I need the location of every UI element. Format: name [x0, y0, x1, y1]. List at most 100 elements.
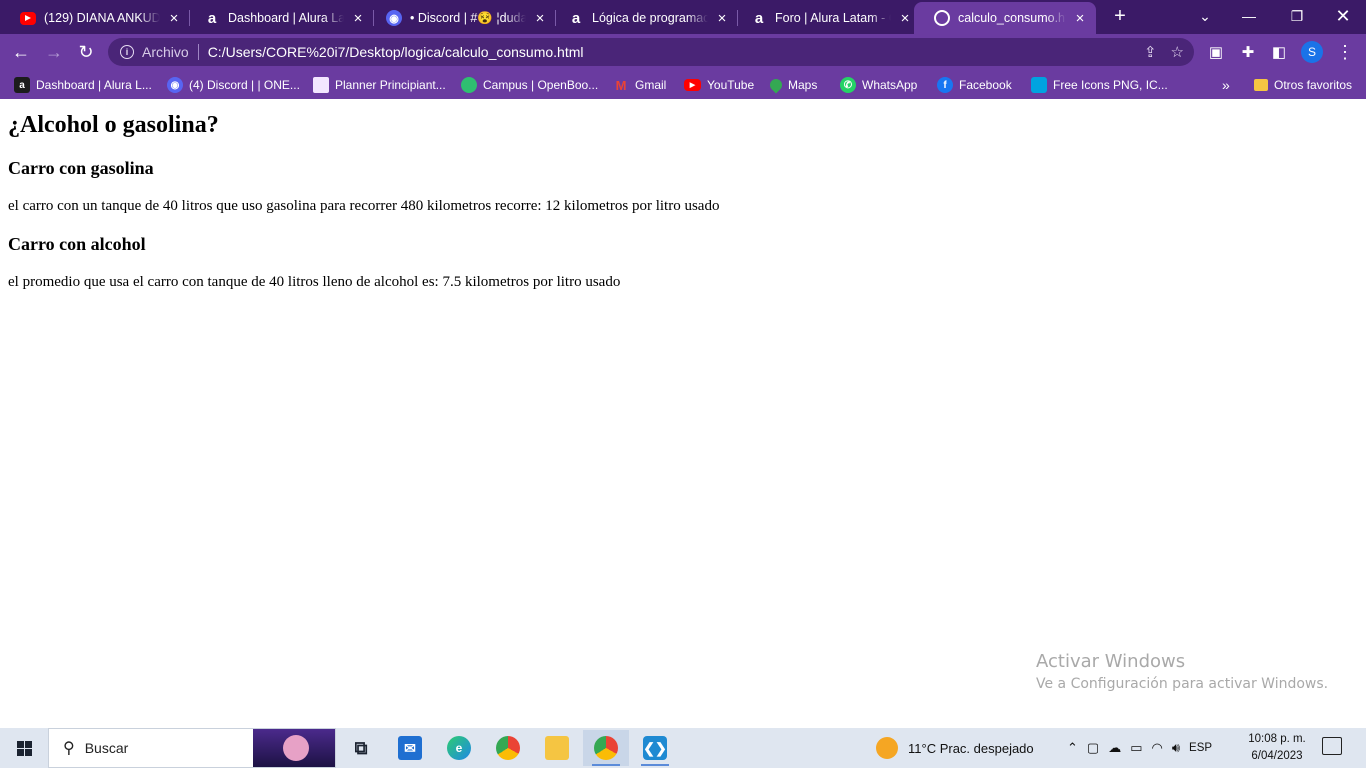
alura-icon: a	[754, 9, 764, 27]
notifications-icon[interactable]	[1322, 737, 1342, 755]
tab-title: Lógica de programación	[592, 11, 708, 25]
bookmark-campus[interactable]: Campus | OpenBoo...	[461, 75, 598, 95]
bookmark-whatsapp[interactable]: ✆ WhatsApp	[840, 75, 917, 95]
url-text[interactable]: C:/Users/CORE%20i7/Desktop/logica/calcul…	[208, 44, 584, 60]
tab-discord[interactable]: ◉ • Discord | #😵 ¦dudas ×	[366, 2, 556, 34]
bookmark-planner[interactable]: Planner Principiant...	[313, 75, 446, 95]
forward-button[interactable]: →	[41, 39, 67, 65]
gmail-icon: M	[615, 77, 627, 93]
restore-button[interactable]: ❐	[1274, 0, 1320, 32]
alura-icon: a	[207, 9, 217, 27]
discord-icon: ◉	[167, 77, 183, 93]
vscode-icon: ❮❯	[643, 736, 667, 760]
alcohol-heading: Carro con alcohol	[8, 234, 146, 254]
bookmarks-overflow-button[interactable]: »	[1222, 75, 1230, 95]
activation-watermark: Activar Windows Ve a Configuración para …	[1036, 651, 1328, 692]
taskbar-vscode[interactable]: ❮❯	[632, 730, 678, 766]
weather-text: 11°C Prac. despejado	[908, 740, 1034, 756]
task-view-icon: ⧉	[354, 737, 368, 758]
tab-title: Foro | Alura Latam - C	[775, 11, 891, 25]
star-icon[interactable]: ☆	[1171, 43, 1184, 61]
chrome-profile-icon	[594, 736, 618, 760]
system-tray: ⌃ ▢ ☁ ▭ ◠ 🔊︎ ESP	[1067, 728, 1212, 768]
side-panel-icon[interactable]: ◧	[1266, 39, 1292, 65]
windows-icon	[16, 740, 32, 756]
minimize-button[interactable]: —	[1226, 0, 1272, 32]
wifi-icon[interactable]: ◠	[1152, 740, 1163, 756]
other-bookmarks-folder[interactable]: Otros favoritos	[1254, 75, 1352, 95]
folder-icon	[545, 736, 569, 760]
extension-icon[interactable]: ▣	[1203, 39, 1229, 65]
tab-calculo-consumo[interactable]: calculo_consumo.html ×	[914, 2, 1096, 34]
bookmark-alura-dashboard[interactable]: a Dashboard | Alura L...	[14, 75, 152, 95]
close-icon[interactable]: ×	[350, 10, 366, 26]
bookmark-discord[interactable]: ◉ (4) Discord | | ONE...	[167, 75, 300, 95]
whatsapp-icon: ✆	[840, 77, 856, 93]
tab-strip: (129) DIANA ANKUDINOVA × a Dashboard | A…	[0, 0, 1366, 34]
tab-search-button[interactable]: ⌄	[1182, 0, 1228, 32]
taskbar-chrome[interactable]	[485, 730, 531, 766]
profile-avatar[interactable]: S	[1301, 41, 1323, 63]
watermark-subtitle: Ve a Configuración para activar Windows.	[1036, 676, 1329, 692]
taskbar: ⚲ Buscar ⧉ ✉ e ❮❯ 11°C Prac. despejado ⌃…	[0, 728, 1366, 768]
close-icon[interactable]: ×	[897, 10, 913, 26]
close-icon[interactable]: ×	[1072, 10, 1088, 26]
tab-foro[interactable]: a Foro | Alura Latam - C ×	[731, 2, 921, 34]
search-highlight-art	[253, 729, 335, 767]
search-placeholder: Buscar	[84, 740, 129, 756]
alcohol-result: el promedio que usa el carro con tanque …	[8, 274, 621, 290]
new-tab-button[interactable]: +	[1108, 4, 1132, 28]
start-button[interactable]	[0, 728, 48, 768]
close-icon[interactable]: ×	[714, 10, 730, 26]
tab-alura-dashboard[interactable]: a Dashboard | Alura Latam ×	[184, 2, 374, 34]
taskbar-search[interactable]: ⚲ Buscar	[48, 728, 336, 768]
menu-icon[interactable]: ⋮	[1332, 39, 1358, 65]
tab-youtube[interactable]: (129) DIANA ANKUDINOVA ×	[0, 2, 190, 34]
clock-date: 6/04/2023	[1251, 750, 1303, 762]
alura-icon: a	[14, 77, 30, 93]
battery-icon[interactable]: ▭	[1130, 740, 1142, 756]
tab-logica[interactable]: a Lógica de programación ×	[548, 2, 738, 34]
bookmark-youtube[interactable]: ▶ YouTube	[684, 75, 754, 95]
taskbar-file-explorer[interactable]	[534, 730, 580, 766]
gasoline-heading: Carro con gasolina	[8, 158, 154, 178]
weather-icon	[876, 737, 898, 759]
close-icon[interactable]: ×	[532, 10, 548, 26]
bookmark-maps[interactable]: Maps	[767, 75, 817, 95]
gasoline-result: el carro con un tanque de 40 litros que …	[8, 198, 720, 214]
mail-icon: ✉	[398, 736, 422, 760]
planner-icon	[313, 77, 329, 93]
weather-widget[interactable]: 11°C Prac. despejado	[876, 728, 1034, 768]
chevron-up-icon[interactable]: ⌃	[1067, 740, 1078, 756]
bookmark-free-icons[interactable]: Free Icons PNG, IC...	[1031, 75, 1168, 95]
tab-title: • Discord | #😵 ¦dudas	[410, 10, 526, 25]
tab-title: Dashboard | Alura Latam	[228, 11, 344, 25]
search-icon: ⚲	[63, 740, 75, 757]
task-view-button[interactable]: ⧉	[338, 730, 384, 766]
close-icon[interactable]: ×	[166, 10, 182, 26]
chrome-icon	[496, 736, 520, 760]
puzzle-icon[interactable]: ✚	[1235, 39, 1261, 65]
folder-icon	[1254, 79, 1268, 91]
language-indicator[interactable]: ESP	[1189, 742, 1212, 754]
meet-icon[interactable]: ▢	[1087, 740, 1099, 756]
taskbar-mail[interactable]: ✉	[387, 730, 433, 766]
reload-button[interactable]: ↻	[73, 39, 99, 65]
address-bar[interactable]: i Archivo C:/Users/CORE%20i7/Desktop/log…	[108, 38, 1194, 66]
taskbar-chrome-profile[interactable]	[583, 730, 629, 766]
taskbar-edge[interactable]: e	[436, 730, 482, 766]
bookmarks-bar: a Dashboard | Alura L... ◉ (4) Discord |…	[0, 70, 1366, 99]
share-icon[interactable]: ⇪	[1144, 43, 1157, 61]
bookmark-facebook[interactable]: f Facebook	[937, 75, 1012, 95]
bookmark-gmail[interactable]: M Gmail	[613, 75, 667, 95]
close-window-button[interactable]: ✕	[1320, 0, 1366, 32]
volume-icon[interactable]: 🔊︎	[1172, 740, 1180, 756]
back-button[interactable]: ←	[8, 39, 34, 65]
campus-icon	[461, 77, 477, 93]
tab-title: calculo_consumo.html	[958, 11, 1066, 25]
page-title: ¿Alcohol o gasolina?	[8, 112, 219, 138]
page-content: ¿Alcohol o gasolina? Carro con gasolina …	[0, 102, 1366, 728]
cloud-off-icon[interactable]: ☁	[1108, 740, 1121, 756]
clock[interactable]: 10:08 p. m. 6/04/2023	[1238, 731, 1316, 765]
info-icon[interactable]: i	[120, 45, 134, 59]
